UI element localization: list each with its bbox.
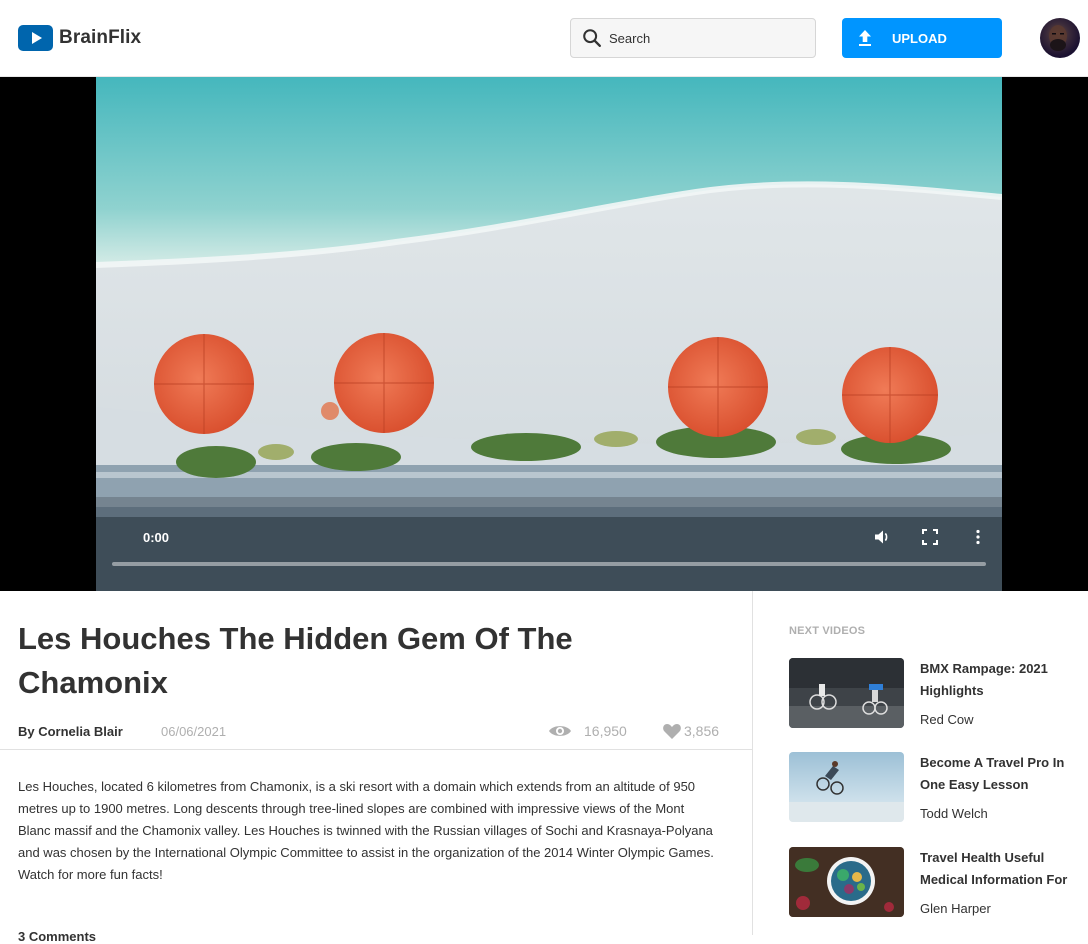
- video-player[interactable]: 0:00: [0, 77, 1088, 591]
- details-divider: [0, 749, 752, 750]
- logo-text: BrainFlix: [59, 27, 142, 48]
- search-icon: [583, 29, 601, 47]
- video-meta: By Cornelia Blair 06/06/2021 16,950 3,85…: [18, 722, 720, 742]
- next-video-title: Travel Health Useful Medical Information…: [920, 850, 1068, 887]
- brainflix-logo[interactable]: BrainFlix: [18, 25, 141, 51]
- next-videos-heading: NEXT VIDEOS: [789, 625, 866, 637]
- next-video-thumbnail[interactable]: [789, 752, 904, 822]
- progress-bar[interactable]: [112, 562, 986, 566]
- video-details: Les Houches The Hidden Gem Of The Chamon…: [0, 591, 752, 944]
- video-description: Les Houches, located 6 kilometres from C…: [18, 779, 714, 882]
- volume-icon[interactable]: [873, 528, 891, 546]
- top-header: BrainFlix UPLOAD: [0, 0, 1088, 77]
- views-count: 16,950: [548, 722, 627, 740]
- views-eye-icon: [549, 726, 571, 736]
- upload-label: UPLOAD: [892, 30, 947, 46]
- next-video-channel: Red Cow: [920, 712, 974, 727]
- next-video-channel: Todd Welch: [920, 806, 988, 821]
- current-time: 0:00: [143, 530, 170, 545]
- next-video-title: BMX Rampage: 2021 Highlights: [920, 661, 1048, 698]
- likes-count[interactable]: 3,856: [662, 722, 719, 740]
- next-video-channel: Glen Harper: [920, 901, 991, 916]
- bmx-thumbnail-image: [789, 658, 904, 728]
- comments-heading: 3 Comments: [18, 929, 97, 944]
- avatar[interactable]: [1040, 18, 1080, 58]
- next-video-item[interactable]: Become A Travel Pro In One Easy Lesson T…: [789, 752, 1088, 824]
- next-video-thumbnail[interactable]: [789, 847, 904, 917]
- likes-value: 3,856: [684, 723, 720, 739]
- views-value: 16,950: [584, 723, 627, 739]
- video-author: By Cornelia Blair: [18, 724, 123, 739]
- fullscreen-icon[interactable]: [921, 528, 939, 546]
- next-videos-sidebar: NEXT VIDEOS BMX Rampage: 2021 Highlights…: [753, 591, 1088, 935]
- travel-pro-thumbnail-image: [789, 752, 904, 822]
- more-vertical-icon[interactable]: [969, 528, 987, 546]
- search-input[interactable]: [609, 30, 799, 46]
- upload-icon: [859, 30, 871, 46]
- play-logo-icon: [18, 25, 53, 51]
- avatar-image: [1049, 25, 1067, 51]
- search-box[interactable]: [570, 18, 816, 58]
- video-date: 06/06/2021: [161, 724, 227, 739]
- upload-button[interactable]: UPLOAD: [842, 18, 1002, 58]
- next-video-item[interactable]: BMX Rampage: 2021 Highlights Red Cow: [789, 658, 1088, 730]
- likes-heart-icon: [663, 724, 681, 739]
- travel-health-thumbnail-image: [789, 847, 904, 917]
- next-video-item[interactable]: Travel Health Useful Medical Information…: [789, 847, 1088, 919]
- next-video-thumbnail[interactable]: [789, 658, 904, 728]
- video-controls: 0:00: [96, 77, 1002, 591]
- next-video-title: Become A Travel Pro In One Easy Lesson: [920, 755, 1065, 792]
- video-title: Les Houches The Hidden Gem Of The Chamon…: [18, 621, 573, 700]
